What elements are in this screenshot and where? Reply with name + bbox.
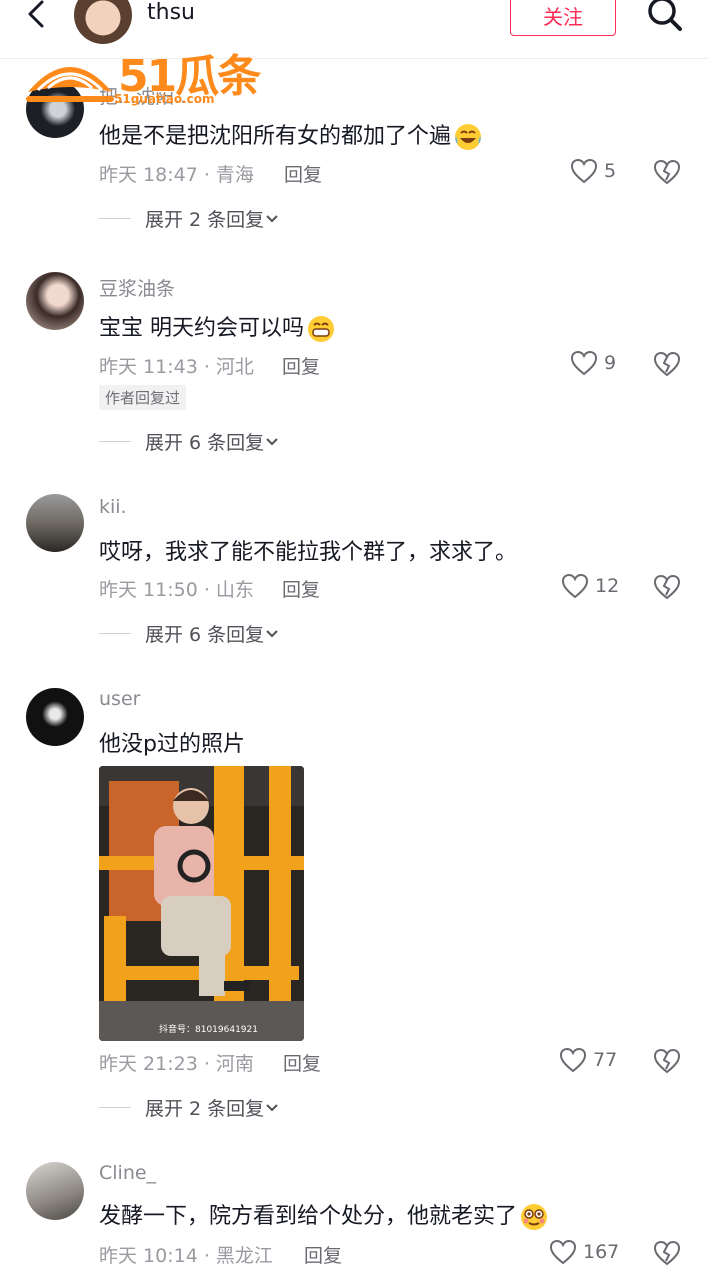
flushed-emoji-icon [521, 1204, 548, 1230]
photo-caption: 抖音号：81019641921 [159, 1025, 258, 1035]
expand-replies[interactable]: 展开 6 条回复 [99, 620, 280, 647]
grinning-emoji-icon [308, 316, 334, 342]
comment-username[interactable]: Cline_ [99, 1162, 156, 1184]
laughing-tears-emoji-icon [455, 124, 482, 150]
expand-replies-label: 展开 6 条回复 [145, 432, 265, 454]
expand-replies-label: 展开 6 条回复 [145, 624, 265, 646]
like-count: 12 [595, 575, 620, 597]
chevron-down-icon [266, 437, 278, 445]
broken-heart-icon[interactable] [653, 573, 681, 601]
top-bar: thsu 关注 [0, 0, 708, 48]
like-button[interactable]: 77 [559, 1047, 617, 1073]
comment-time-location: 昨天 18:47 · 青海 [99, 164, 254, 186]
reply-button[interactable]: 回复 [304, 1241, 342, 1268]
top-divider [0, 58, 708, 59]
chevron-down-icon [266, 214, 278, 222]
profile-avatar[interactable] [74, 0, 132, 44]
expand-divider [99, 441, 131, 442]
comment-text: 宝宝 明天约会可以吗 [99, 310, 336, 344]
comment-time-location: 昨天 11:50 · 山东 [99, 579, 254, 601]
comment-text: 发酵一下，院方看到给个处分，他就老实了 [99, 1198, 549, 1232]
like-count: 5 [604, 160, 617, 182]
chevron-down-icon [266, 1103, 278, 1111]
back-arrow-icon[interactable] [22, 0, 52, 30]
expand-replies-label: 展开 2 条回复 [145, 1098, 265, 1120]
heart-icon [561, 573, 589, 599]
like-button[interactable]: 167 [549, 1239, 619, 1265]
comment-username[interactable]: kii. [99, 496, 127, 518]
comment-body: 他是不是把沈阳所有女的都加了个遍 [99, 124, 452, 149]
heart-icon [570, 350, 598, 376]
comment-photo[interactable]: 抖音号：81019641921 [99, 766, 304, 1041]
expand-divider [99, 1107, 131, 1108]
search-icon[interactable] [645, 0, 685, 36]
like-button[interactable]: 12 [561, 573, 619, 599]
author-replied-badge: 作者回复过 [99, 385, 187, 410]
heart-icon [570, 158, 598, 184]
like-count: 167 [583, 1241, 620, 1263]
like-button[interactable]: 9 [570, 350, 616, 376]
comment-body: 宝宝 明天约会可以吗 [99, 316, 304, 341]
commenter-avatar[interactable] [26, 688, 84, 746]
expand-replies[interactable]: 展开 6 条回复 [99, 428, 280, 455]
reply-button[interactable]: 回复 [282, 352, 320, 379]
chevron-down-icon [266, 629, 278, 637]
comment-time-location: 昨天 21:23 · 河南 [99, 1053, 254, 1075]
commenter-avatar[interactable] [26, 272, 84, 330]
reply-button[interactable]: 回复 [282, 575, 320, 602]
comment-text: 他是不是把沈阳所有女的都加了个遍 [99, 118, 483, 152]
commenter-avatar[interactable] [26, 1162, 84, 1220]
comment-username[interactable]: 豆浆油条 [99, 274, 175, 301]
expand-divider [99, 633, 131, 634]
comment-username[interactable]: user [99, 688, 140, 710]
like-count: 9 [604, 352, 617, 374]
broken-heart-icon[interactable] [653, 1047, 681, 1075]
broken-heart-icon[interactable] [653, 1239, 681, 1267]
expand-replies-label: 展开 2 条回复 [145, 209, 265, 231]
heart-icon [559, 1047, 587, 1073]
comment-text: 他没p过的照片 [99, 732, 245, 757]
like-button[interactable]: 5 [570, 158, 616, 184]
reply-button[interactable]: 回复 [283, 1049, 321, 1076]
expand-replies[interactable]: 展开 2 条回复 [99, 1094, 280, 1121]
gym-photo-image [99, 766, 304, 1041]
expand-divider [99, 218, 131, 219]
like-count: 77 [593, 1049, 618, 1071]
comment-text: 哎呀，我求了能不能拉我个群了，求求了。 [99, 540, 518, 565]
follow-button[interactable]: 关注 [510, 0, 616, 36]
expand-replies[interactable]: 展开 2 条回复 [99, 205, 280, 232]
commenter-avatar[interactable] [26, 494, 84, 552]
broken-heart-icon[interactable] [653, 158, 681, 186]
comment-username[interactable]: 把...沈阳... [99, 82, 192, 109]
profile-username[interactable]: thsu [147, 0, 195, 25]
comment-body: 发酵一下，院方看到给个处分，他就老实了 [99, 1204, 518, 1229]
comment-time-location: 昨天 11:43 · 河北 [99, 356, 254, 378]
comment-time-location: 昨天 10:14 · 黑龙江 [99, 1245, 273, 1267]
reply-button[interactable]: 回复 [284, 160, 322, 187]
heart-icon [549, 1239, 577, 1265]
commenter-avatar[interactable] [26, 80, 84, 138]
broken-heart-icon[interactable] [653, 350, 681, 378]
